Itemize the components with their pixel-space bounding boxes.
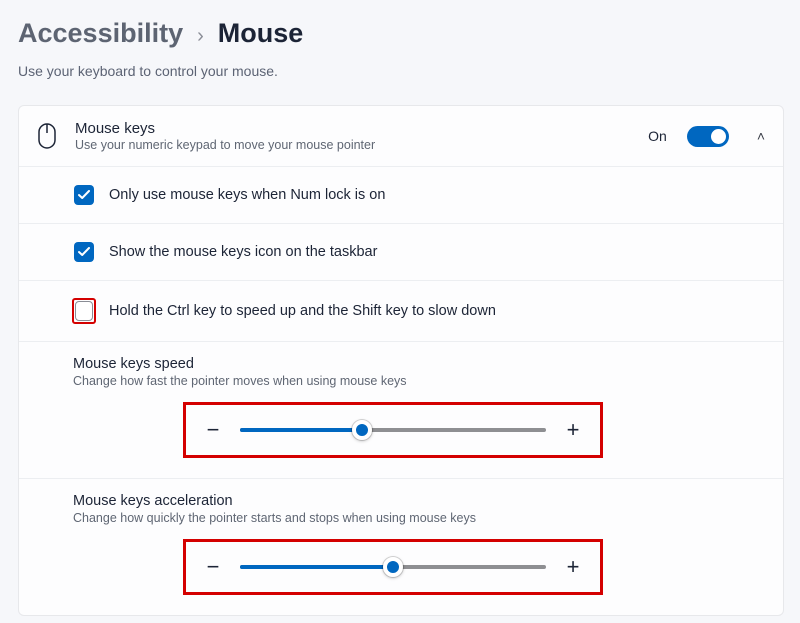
page-subtitle: Use your keyboard to control your mouse. xyxy=(18,63,784,79)
option-num-lock[interactable]: Only use mouse keys when Num lock is on xyxy=(19,167,783,223)
mouse-keys-toggle[interactable] xyxy=(687,126,729,147)
option-ctrl-shift-label: Hold the Ctrl key to speed up and the Sh… xyxy=(109,303,496,319)
checkbox-ctrl-shift[interactable] xyxy=(75,301,93,321)
acceleration-decrease-button[interactable]: − xyxy=(204,556,222,578)
checkbox-taskbar-icon[interactable] xyxy=(74,242,94,262)
speed-decrease-button[interactable]: − xyxy=(204,419,222,441)
speed-increase-button[interactable]: + xyxy=(564,419,582,441)
mouse-icon xyxy=(33,123,61,149)
mouse-keys-header[interactable]: Mouse keys Use your numeric keypad to mo… xyxy=(19,106,783,166)
option-num-lock-label: Only use mouse keys when Num lock is on xyxy=(109,187,385,203)
acceleration-increase-button[interactable]: + xyxy=(564,556,582,578)
acceleration-slider-thumb[interactable] xyxy=(383,557,403,577)
mouse-keys-speed-section: Mouse keys speed Change how fast the poi… xyxy=(19,342,783,478)
option-taskbar-icon[interactable]: Show the mouse keys icon on the taskbar xyxy=(19,224,783,280)
acceleration-slider-fill xyxy=(240,565,393,569)
breadcrumb-parent[interactable]: Accessibility xyxy=(18,18,183,49)
toggle-state-label: On xyxy=(648,128,667,144)
mouse-keys-title: Mouse keys xyxy=(75,120,634,137)
acceleration-slider-container: − + xyxy=(183,539,603,595)
speed-slider-container: − + xyxy=(183,402,603,458)
speed-slider[interactable] xyxy=(240,428,546,432)
speed-slider-thumb[interactable] xyxy=(352,420,372,440)
speed-subtitle: Change how fast the pointer moves when u… xyxy=(73,374,765,388)
option-ctrl-shift[interactable]: Hold the Ctrl key to speed up and the Sh… xyxy=(19,281,783,341)
mouse-keys-acceleration-section: Mouse keys acceleration Change how quick… xyxy=(19,479,783,615)
chevron-right-icon: › xyxy=(197,25,204,48)
checkbox-num-lock[interactable] xyxy=(74,185,94,205)
breadcrumb-current: Mouse xyxy=(218,18,304,49)
option-taskbar-icon-label: Show the mouse keys icon on the taskbar xyxy=(109,244,377,260)
mouse-keys-subtitle: Use your numeric keypad to move your mou… xyxy=(75,138,634,152)
acceleration-subtitle: Change how quickly the pointer starts an… xyxy=(73,511,765,525)
speed-slider-fill xyxy=(240,428,362,432)
settings-card: Mouse keys Use your numeric keypad to mo… xyxy=(18,105,784,616)
breadcrumb: Accessibility › Mouse xyxy=(18,18,784,49)
acceleration-slider[interactable] xyxy=(240,565,546,569)
chevron-up-icon[interactable]: ˄ xyxy=(757,128,765,144)
acceleration-title: Mouse keys acceleration xyxy=(73,493,765,509)
speed-title: Mouse keys speed xyxy=(73,356,765,372)
